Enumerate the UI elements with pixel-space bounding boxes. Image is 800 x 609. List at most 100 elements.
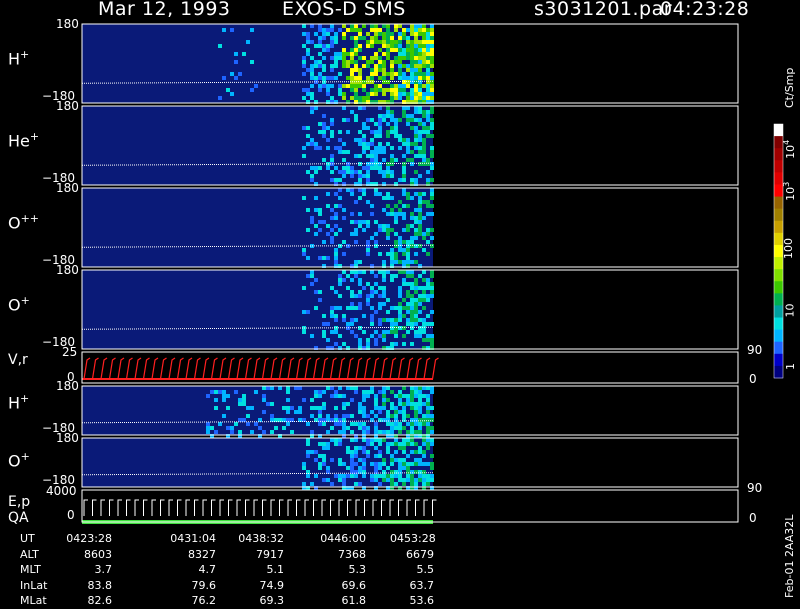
heatmap-cell	[370, 154, 374, 158]
heatmap-cell	[346, 130, 350, 134]
heatmap-cell	[226, 406, 230, 410]
heatmap-cell	[394, 274, 398, 278]
heatmap-cell	[338, 462, 342, 466]
heatmap-cell	[410, 450, 414, 454]
heatmap-cell	[322, 330, 326, 334]
heatmap-cell	[414, 414, 418, 418]
heatmap-cell	[430, 442, 434, 446]
heatmap-cell	[394, 84, 398, 88]
energy-trace	[330, 499, 335, 516]
heatmap-cell	[410, 114, 414, 118]
heatmap-cell	[410, 322, 414, 326]
heatmap-cell	[378, 406, 382, 410]
heatmap-cell	[418, 76, 422, 80]
heatmap-cell	[310, 174, 314, 178]
heatmap-cell	[390, 248, 394, 252]
heatmap-cell	[350, 36, 354, 40]
heatmap-cell	[426, 322, 430, 326]
heatmap-cell	[334, 260, 338, 264]
heatmap-cell	[398, 178, 402, 182]
heatmap-cell	[394, 414, 398, 418]
heatmap-cell	[346, 118, 350, 122]
heatmap-cell	[294, 386, 298, 390]
heatmap-cell	[374, 28, 378, 32]
heatmap-cell	[422, 462, 426, 466]
energy-trace	[194, 499, 199, 516]
heatmap-cell	[426, 56, 430, 60]
heatmap-cell	[374, 430, 378, 434]
heatmap-cell	[410, 314, 414, 318]
heatmap-cell	[386, 40, 390, 44]
heatmap-cell	[410, 118, 414, 122]
heatmap-cell	[394, 232, 398, 236]
heatmap-cell	[430, 438, 434, 442]
energy-trace	[262, 499, 267, 516]
heatmap-cell	[386, 228, 390, 232]
heatmap-cell	[362, 330, 366, 334]
heatmap-cell	[422, 56, 426, 60]
heatmap-cell	[246, 414, 250, 418]
heatmap-cell	[410, 28, 414, 32]
energy-trace	[270, 499, 275, 516]
heatmap-cell	[426, 394, 430, 398]
heatmap-cell	[350, 220, 354, 224]
heatmap-cell	[306, 422, 310, 426]
heatmap-cell	[402, 72, 406, 76]
heatmap-cell	[390, 154, 394, 158]
heatmap-cell	[398, 76, 402, 80]
heatmap-cell	[410, 48, 414, 52]
heatmap-cell	[378, 106, 382, 110]
heatmap-cell	[410, 442, 414, 446]
heatmap-cell	[366, 438, 370, 442]
heatmap-cell	[262, 430, 266, 434]
heatmap-cell	[350, 60, 354, 64]
heatmap-cell	[322, 68, 326, 72]
heatmap-cell	[350, 76, 354, 80]
ephemeris-value: 0423:28	[66, 532, 112, 545]
heatmap-cell	[366, 338, 370, 342]
heatmap-cell	[362, 270, 366, 274]
heatmap-cell	[338, 474, 342, 478]
heatmap-cell	[430, 334, 434, 338]
heatmap-cell	[266, 386, 270, 390]
heatmap-cell	[398, 40, 402, 44]
heatmap-cell	[418, 244, 422, 248]
heatmap-cell	[406, 290, 410, 294]
heatmap-cell	[410, 402, 414, 406]
heatmap-cell	[426, 482, 430, 486]
heatmap-cell	[426, 88, 430, 92]
heatmap-cell	[350, 454, 354, 458]
heatmap-cell	[402, 442, 406, 446]
heatmap-cell	[418, 64, 422, 68]
heatmap-cell	[418, 458, 422, 462]
heatmap-cell	[358, 56, 362, 60]
heatmap-cell	[410, 422, 414, 426]
panel-label-o-plus: O+	[8, 294, 30, 315]
heatmap-cell	[414, 282, 418, 286]
heatmap-cell	[346, 386, 350, 390]
heatmap-cell	[426, 426, 430, 430]
heatmap-cell	[314, 394, 318, 398]
heatmap-cell	[342, 96, 346, 100]
heatmap-cell	[398, 466, 402, 470]
heatmap-cell	[414, 36, 418, 40]
heatmap-cell	[398, 84, 402, 88]
heatmap-cell	[398, 286, 402, 290]
heatmap-cell	[414, 208, 418, 212]
heatmap-cell	[398, 52, 402, 56]
heatmap-cell	[378, 482, 382, 486]
heatmap-cell	[314, 232, 318, 236]
heatmap-cell	[342, 166, 346, 170]
heatmap-cell	[406, 302, 410, 306]
heatmap-cell	[378, 76, 382, 80]
heatmap-cell	[398, 426, 402, 430]
heatmap-cell	[366, 60, 370, 64]
heatmap-cell	[374, 40, 378, 44]
heatmap-cell	[430, 44, 434, 48]
heatmap-cell	[402, 482, 406, 486]
heatmap-cell	[278, 386, 282, 390]
heatmap-cell	[430, 84, 434, 88]
heatmap-cell	[426, 418, 430, 422]
heatmap-cell	[310, 274, 314, 278]
heatmap-cell	[402, 260, 406, 264]
